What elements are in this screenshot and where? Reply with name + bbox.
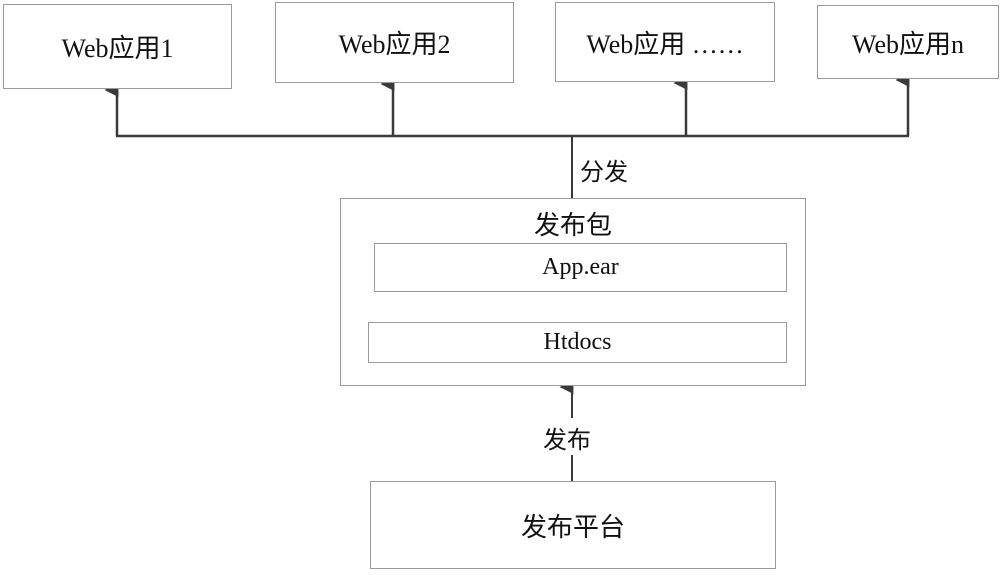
release-platform-label: 发布平台	[520, 512, 625, 542]
web-app-n-box: Web应用n	[817, 5, 999, 79]
web-app-n-label: Web应用n	[852, 29, 964, 59]
app-ear-box: App.ear	[374, 243, 787, 292]
release-platform-box: 发布平台	[370, 481, 776, 569]
web-app-etc-box: Web应用 ……	[555, 2, 775, 82]
web-app-1-label: Web应用1	[61, 34, 174, 63]
publish-label: 发布	[543, 428, 591, 454]
web-app-etc-label: Web应用 ……	[586, 29, 744, 59]
web-app-1-box: Web应用1	[3, 4, 232, 89]
release-package-title: 发布包	[533, 211, 612, 240]
web-app-2-box: Web应用2	[275, 2, 514, 83]
htdocs-label: Htdocs	[543, 329, 612, 355]
web-app-2-label: Web应用2	[338, 30, 451, 59]
distribute-label: 分发	[580, 160, 628, 186]
app-ear-label: App.ear	[542, 254, 619, 280]
htdocs-box: Htdocs	[368, 322, 787, 363]
